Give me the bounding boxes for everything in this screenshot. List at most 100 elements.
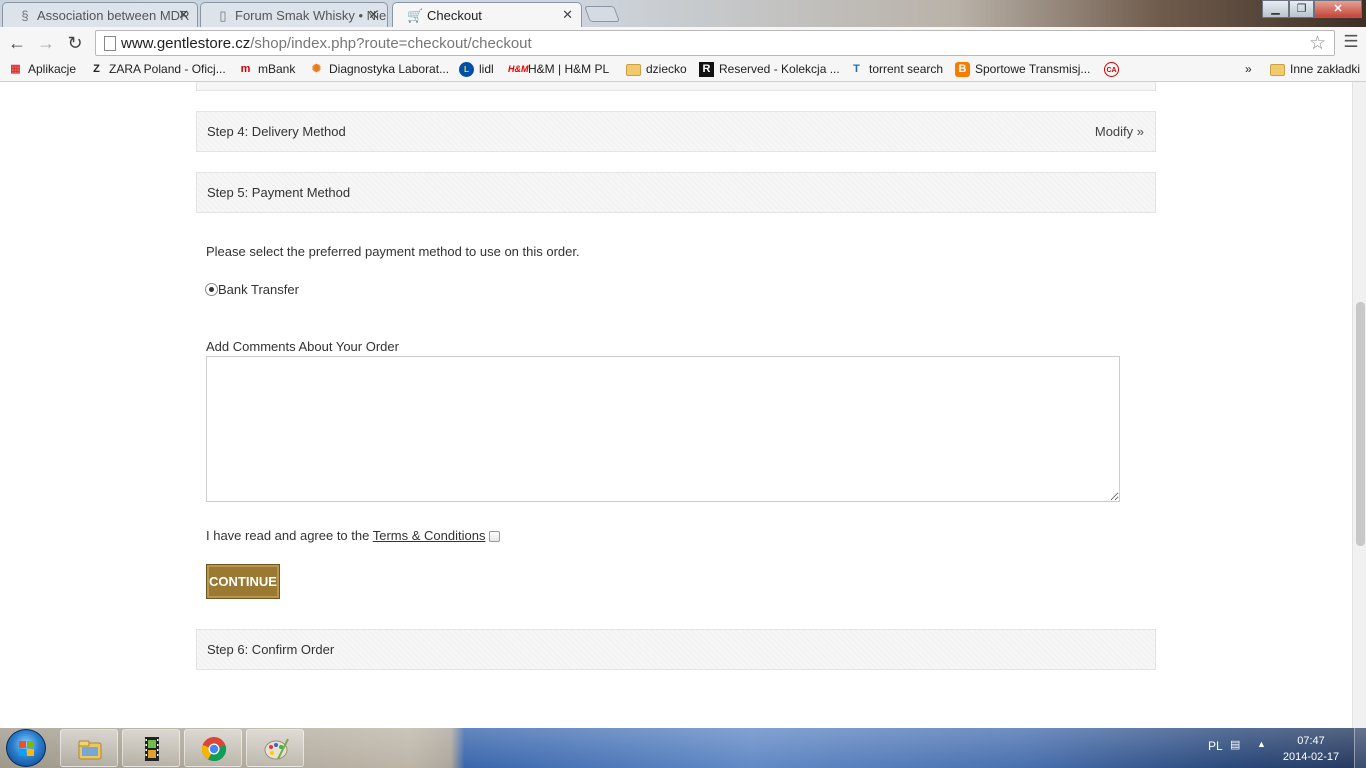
url-host: www.gentlestore.cz [121,35,251,52]
scrollbar-thumb[interactable] [1356,302,1365,546]
bookmark-hm[interactable]: H&M H&M | H&M PL [508,62,609,76]
zara-icon: Z [93,63,100,75]
url-path: /shop/index.php?route=checkout/checkout [250,35,532,52]
window-close-button[interactable]: ✕ [1314,0,1362,18]
folder-icon [1270,64,1285,76]
bookmarks-bar: ▦ Aplikacje Z ZARA Poland - Oficj... m m… [0,58,1366,82]
chrome-menu-icon[interactable]: ☰ [1341,32,1361,52]
bookmark-star-icon[interactable]: ☆ [1309,32,1326,55]
system-clock[interactable]: 07:47 2014-02-17 [1278,733,1344,765]
bookmark-other-folder[interactable]: Inne zakładki [1270,62,1360,76]
bookmark-reserved[interactable]: R Reserved - Kolekcja ... [699,62,840,77]
bookmark-label: dziecko [646,62,687,76]
windows-taskbar: PL ▤ ▲ 07:47 2014-02-17 [0,728,1366,768]
page-icon: ▯ [219,8,227,23]
pubmed-icon: § [21,8,29,23]
browser-toolbar: ← → ↻ www.gentlestore.cz/shop/index.php?… [0,27,1366,58]
tab-title: Checkout [427,8,482,23]
bookmark-torrent-search[interactable]: T torrent search [849,62,943,76]
bookmark-lidl[interactable]: L lidl [459,62,494,77]
continue-button[interactable]: CONTINUE [206,564,280,599]
clock-date: 2014-02-17 [1282,751,1340,763]
bookmark-aplikacje[interactable]: ▦ Aplikacje [8,62,76,76]
bank-transfer-radio[interactable] [205,283,218,296]
url-text: www.gentlestore.cz/shop/index.php?route=… [121,35,532,52]
windows-logo-icon [19,741,35,757]
ca-icon: CA [1104,62,1119,77]
bookmark-diagnostyka[interactable]: ✺ Diagnostyka Laborat... [309,62,449,76]
tab-association[interactable]: § Association between MDR ✕ [2,2,198,27]
mbank-icon: m [240,63,251,75]
apps-grid-icon: ▦ [10,63,21,75]
bookmark-mbank[interactable]: m mBank [238,62,296,76]
comments-label: Add Comments About Your Order [206,339,399,354]
keyboard-icon[interactable]: ▤ [1230,738,1240,751]
step4-modify-link[interactable]: Modify » [1095,124,1144,139]
bookmarks-overflow-button[interactable]: » [1225,62,1252,76]
bank-transfer-label: Bank Transfer [218,282,299,297]
page-scrollbar[interactable] [1352,82,1366,728]
reload-icon[interactable]: ↻ [64,32,86,54]
tab-close-icon[interactable]: ✕ [562,7,573,23]
overflow-chevron-icon: » [1245,62,1252,76]
blogger-icon: B [955,62,970,77]
tab-checkout[interactable]: 🛒 Checkout ✕ [392,2,582,27]
taskbar-chrome[interactable] [184,729,242,767]
step6-title: Step 6: Confirm Order [207,642,335,657]
language-indicator[interactable]: PL [1208,739,1223,753]
bookmark-sportowe[interactable]: B Sportowe Transmisj... [955,62,1091,77]
payment-option-bank-transfer[interactable]: Bank Transfer [205,282,299,297]
step3-panel-edge [196,82,1156,91]
bookmark-label: Reserved - Kolekcja ... [719,62,840,76]
bookmark-zara[interactable]: Z ZARA Poland - Oficj... [89,62,226,76]
start-button[interactable] [6,729,46,767]
paint-palette-icon [264,738,289,760]
bookmark-label: Diagnostyka Laborat... [329,62,450,76]
minimize-button[interactable]: ▁ [1262,0,1289,18]
terms-agreement-row: I have read and agree to the Terms & Con… [206,528,501,543]
hm-icon: H&M [508,64,529,74]
step6-header: Step 6: Confirm Order [196,629,1156,670]
back-arrow-icon[interactable]: ← [6,32,28,54]
bookmark-label: ZARA Poland - Oficj... [109,62,226,76]
film-strip-icon [145,737,159,761]
clock-time: 07:47 [1297,735,1325,747]
bookmark-label: Sportowe Transmisj... [975,62,1091,76]
cart-icon: 🛒 [407,8,424,23]
chrome-icon [201,737,227,762]
taskbar-explorer[interactable] [60,729,118,767]
page-icon [104,36,116,51]
bookmark-label: lidl [479,62,494,76]
tab-close-icon[interactable]: ✕ [368,7,379,23]
order-comments-textarea[interactable] [206,356,1120,502]
radio-selected-dot [209,287,214,292]
terms-conditions-link[interactable]: Terms & Conditions [373,528,486,543]
tab-forum[interactable]: ▯ Forum Smak Whisky • Nie ✕ [200,2,388,27]
tab-close-icon[interactable]: ✕ [178,7,189,23]
tab-title: Association between MDR [37,8,190,23]
tray-expand-icon[interactable]: ▲ [1257,739,1266,749]
reserved-icon: R [699,62,714,77]
show-desktop-button[interactable] [1354,728,1366,768]
taskbar-media[interactable] [122,729,180,767]
step5-header: Step 5: Payment Method [196,172,1156,213]
address-bar[interactable]: www.gentlestore.cz/shop/index.php?route=… [95,30,1335,56]
bookmark-folder-dziecko[interactable]: dziecko [626,62,687,76]
bookmark-label: Aplikacje [28,62,77,76]
bookmark-label: mBank [258,62,296,76]
tab-title: Forum Smak Whisky • Nie [235,8,387,23]
terms-prefix: I have read and agree to the [206,528,373,543]
bookmark-label: torrent search [869,62,944,76]
folder-icon [626,64,641,76]
new-tab-button[interactable] [584,6,620,22]
bookmark-label: H&M | H&M PL [528,62,610,76]
step4-title: Step 4: Delivery Method [207,124,346,139]
maximize-button[interactable]: ❐ [1289,0,1314,18]
forward-arrow-icon[interactable]: → [35,32,57,54]
bookmark-label: Inne zakładki [1290,62,1361,76]
step4-header[interactable]: Step 4: Delivery Method Modify » [196,111,1156,152]
taskbar-paint[interactable] [246,729,304,767]
terms-checkbox[interactable] [489,531,501,542]
lidl-icon: L [459,62,474,77]
step5-title: Step 5: Payment Method [207,185,351,200]
